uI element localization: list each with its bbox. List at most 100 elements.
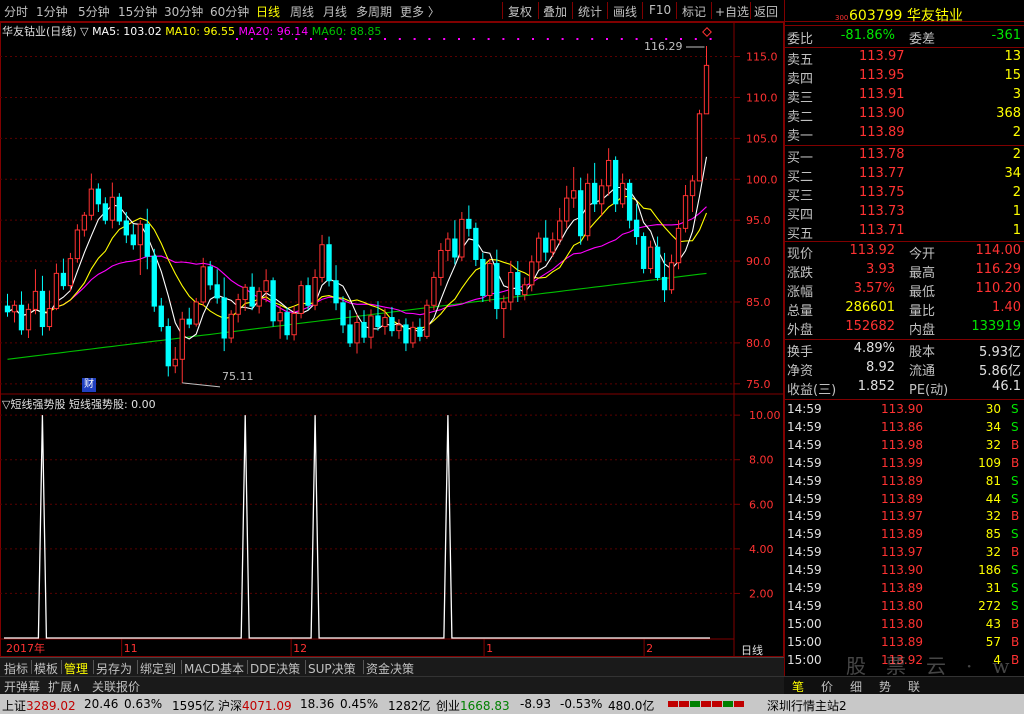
high-price-label: 116.29 <box>644 40 683 53</box>
indicator-tab[interactable]: MACD基本 <box>184 660 244 677</box>
signal-dot <box>428 38 431 40</box>
signal-dot <box>384 38 386 40</box>
detail-tab[interactable]: 笔 <box>792 678 804 695</box>
tick-price: 113.97 <box>881 509 923 524</box>
period-tab-weekly[interactable]: 周线 <box>290 3 314 20</box>
candle-up <box>647 246 654 269</box>
candle-down <box>654 246 661 278</box>
period-tab-60min[interactable]: 60分钟 <box>210 3 249 20</box>
indicator-tab[interactable]: 资金决策 <box>366 660 414 677</box>
price-tick-label: 115.0 <box>746 51 778 64</box>
ma10-label: MA10: 96.55 <box>165 25 235 38</box>
candlesticks <box>4 45 710 383</box>
candle-down <box>144 223 150 257</box>
sh-label: 上证 <box>2 699 27 713</box>
period-tab-monthly[interactable]: 月线 <box>323 3 347 20</box>
tab-separator <box>31 660 32 674</box>
signal-dot <box>709 38 712 40</box>
candle-down <box>207 266 213 286</box>
period-tab-more[interactable]: 更多 〉 <box>400 3 440 20</box>
ask-price: 113.95 <box>859 68 905 83</box>
tick-side: B <box>1011 634 1020 649</box>
stat-value: 3.57% <box>853 281 895 296</box>
bid-level-label: 买五 <box>787 227 814 242</box>
period-tab-30min[interactable]: 30分钟 <box>164 3 203 20</box>
tick-volume: 81 <box>985 473 1001 488</box>
indicator-tab[interactable]: 管理 <box>64 660 88 677</box>
indicator-tab[interactable]: 另存为 <box>96 660 132 677</box>
tick-volume: 44 <box>985 491 1001 506</box>
candle-up <box>501 301 507 310</box>
ask-price: 113.90 <box>859 106 905 121</box>
f10-button[interactable]: F10 <box>649 3 671 17</box>
kline-chart[interactable]: 115.0 110.0 105.0 100.0 95.0 90.0 85.0 80.0 75.0… <box>0 22 784 657</box>
statistics-button[interactable]: 统计 <box>578 3 602 20</box>
mark-button[interactable]: 标记 <box>682 3 706 20</box>
financial-report-badge[interactable]: 财 <box>82 378 96 392</box>
hs-value: 4071.09 <box>242 699 292 713</box>
period-tab-daily[interactable]: 日线 <box>256 3 280 20</box>
tick-volume: 85 <box>985 527 1001 542</box>
indicator-title[interactable]: ▽短线强势股 短线强势股: 0.00 <box>2 396 156 412</box>
extension-tab[interactable]: 扩展∧ <box>48 678 81 695</box>
period-tab-5min[interactable]: 5分钟 <box>78 3 110 20</box>
period-tab-15min[interactable]: 15分钟 <box>118 3 157 20</box>
tick-volume: 34 <box>985 419 1001 434</box>
tick-time: 14:59 <box>787 545 822 560</box>
fundamental-label: 流通 <box>909 364 936 379</box>
price-tick-label: 95.0 <box>746 214 771 227</box>
indicator-tab[interactable]: 模板 <box>34 660 58 677</box>
indicator-tab[interactable]: 绑定到 <box>140 660 176 677</box>
indicator-tab[interactable]: 指标 <box>4 660 28 677</box>
tick-row: 14:59 113.89 81 S <box>787 474 1023 492</box>
back-button[interactable]: 返回 <box>754 3 778 20</box>
candle-up <box>396 324 402 332</box>
hs-index[interactable]: 沪深4071.09 <box>218 697 292 714</box>
draw-line-button[interactable]: 画线 <box>613 3 637 20</box>
tick-time: 14:59 <box>787 437 822 452</box>
stat-label: 量比 <box>909 304 936 319</box>
ask-price: 113.97 <box>859 49 905 64</box>
server-name[interactable]: 深圳行情主站2 <box>767 697 847 714</box>
restore-rights-button[interactable]: 复权 <box>508 3 532 20</box>
candle-down <box>130 234 136 246</box>
price-tick-label: 110.0 <box>746 91 778 104</box>
detail-tab[interactable]: 价 <box>821 678 833 695</box>
tick-volume: 272 <box>978 598 1001 613</box>
add-watchlist-button[interactable]: +自选 <box>715 3 749 20</box>
period-tab-timeshare[interactable]: 分时 <box>4 3 28 20</box>
detail-tab[interactable]: 势 <box>879 678 891 695</box>
ma5-label: MA5: 103.02 <box>92 25 162 38</box>
cy-index[interactable]: 创业1668.83 <box>436 697 510 714</box>
extension-tab[interactable]: 开弹幕 <box>4 678 40 695</box>
candle-down <box>480 258 486 296</box>
signal-dot <box>458 38 460 40</box>
ask-level-label: 卖四 <box>787 72 814 87</box>
extension-tab[interactable]: 关联报价 <box>92 678 140 695</box>
collapse-icon[interactable]: ▽ <box>80 25 88 38</box>
tick-volume: 43 <box>985 616 1001 631</box>
stat-label: 内盘 <box>909 323 936 338</box>
indicator-tab[interactable]: DDE决策 <box>250 660 300 677</box>
tick-row: 14:59 113.89 31 S <box>787 581 1023 599</box>
tick-side: S <box>1011 598 1019 613</box>
period-tab-multi[interactable]: 多周期 <box>356 3 392 20</box>
candle-up <box>536 237 542 263</box>
candle-up <box>137 223 143 246</box>
candle-up <box>382 317 388 328</box>
candle-up <box>109 196 116 221</box>
tick-side: S <box>1011 527 1019 542</box>
tick-price: 113.86 <box>881 419 923 434</box>
bid-row: 买二 113.77 34 <box>787 166 1023 185</box>
candle-down <box>95 188 102 205</box>
detail-tab[interactable]: 联 <box>908 678 920 695</box>
overlay-button[interactable]: 叠加 <box>543 3 567 20</box>
tick-time: 15:00 <box>787 616 822 631</box>
tick-side: B <box>1011 509 1020 524</box>
period-tab-1min[interactable]: 1分钟 <box>36 3 68 20</box>
detail-tab[interactable]: 细 <box>850 678 862 695</box>
indicator-tab[interactable]: SUP决策 <box>308 660 356 677</box>
fundamental-row: 收益(三) 1.852 PE(动) 46.1 <box>787 379 1023 398</box>
sh-index[interactable]: 上证3289.02 <box>2 697 76 714</box>
tick-price: 113.80 <box>881 616 923 631</box>
